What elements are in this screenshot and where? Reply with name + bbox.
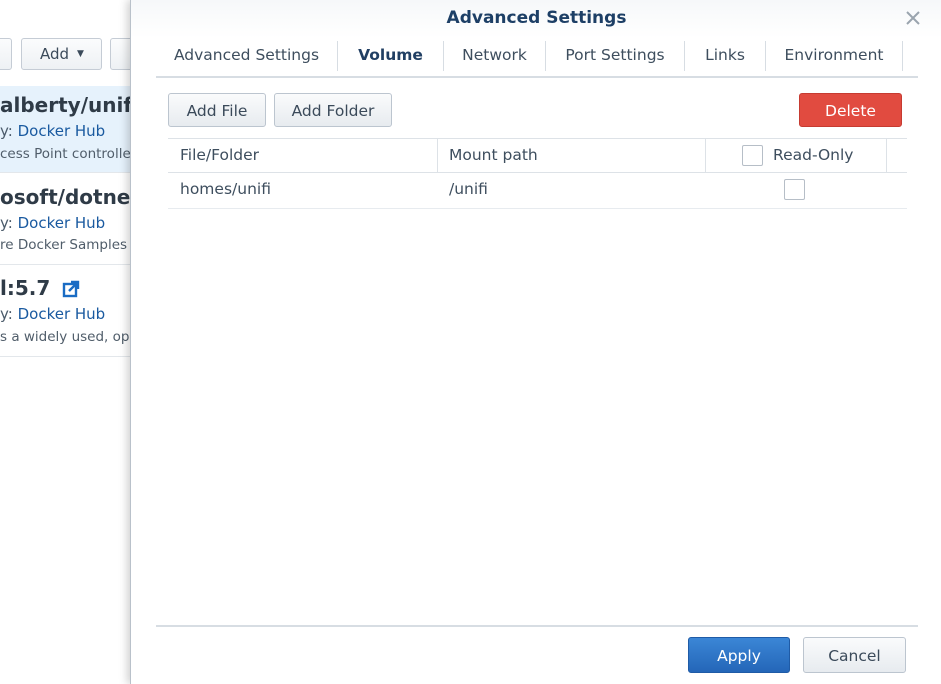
column-divider	[705, 139, 706, 172]
column-header-read-only: Read-Only	[773, 146, 854, 164]
background-add-label: Add	[40, 45, 70, 63]
column-header-file-folder[interactable]: File/Folder	[180, 139, 259, 172]
image-title: alberty/unifi	[0, 93, 139, 117]
cell-mount-path: /unifi	[449, 180, 488, 198]
image-source-link[interactable]: Docker Hub	[18, 305, 106, 323]
image-title: l:5.7	[0, 276, 51, 300]
tab-volume[interactable]: Volume	[338, 38, 443, 76]
image-list-item[interactable]: osoft/dotnet- y: Docker Hub re Docker Sa…	[0, 173, 140, 265]
dialog-header: Advanced Settings	[131, 0, 941, 38]
footer-divider	[156, 625, 918, 627]
caret-down-icon: ▼	[77, 49, 84, 59]
background-toolbar-button[interactable]	[0, 38, 12, 70]
dialog-title: Advanced Settings	[446, 8, 627, 28]
image-description: s a widely used, op	[0, 329, 130, 345]
background-add-button[interactable]: Add ▼	[21, 38, 102, 70]
image-description: cess Point controller	[0, 146, 137, 162]
apply-button[interactable]: Apply	[688, 637, 790, 673]
tab-divider	[902, 41, 903, 71]
column-divider	[886, 139, 887, 172]
read-only-checkbox[interactable]	[784, 179, 805, 200]
table-row[interactable]: homes/unifi /unifi	[168, 173, 907, 209]
image-list-item[interactable]: alberty/unifi y: Docker Hub cess Point c…	[0, 86, 140, 173]
tab-bar: Advanced Settings Volume Network Port Se…	[156, 38, 918, 78]
delete-button[interactable]: Delete	[799, 93, 902, 127]
image-source: y: Docker Hub	[0, 214, 105, 232]
table-header: File/Folder Mount path Read-Only	[168, 138, 907, 173]
column-divider	[437, 139, 438, 172]
tab-environment[interactable]: Environment	[766, 38, 902, 76]
image-description: re Docker Samples	[0, 237, 128, 253]
image-title: osoft/dotnet-	[0, 185, 140, 209]
image-source-prefix: y:	[0, 122, 18, 140]
image-source-link[interactable]: Docker Hub	[18, 122, 106, 140]
read-only-select-all-checkbox[interactable]	[742, 145, 763, 166]
tab-network[interactable]: Network	[444, 38, 545, 76]
tab-port-settings[interactable]: Port Settings	[546, 38, 684, 76]
image-source-prefix: y:	[0, 305, 18, 323]
image-source: y: Docker Hub	[0, 305, 105, 323]
external-link-icon[interactable]	[62, 280, 80, 298]
advanced-settings-dialog: Advanced Settings Advanced Settings Volu…	[130, 0, 941, 684]
cell-file-folder: homes/unifi	[180, 180, 271, 198]
add-file-button[interactable]: Add File	[168, 93, 266, 127]
cancel-button[interactable]: Cancel	[803, 637, 906, 673]
image-source: y: Docker Hub	[0, 122, 105, 140]
image-list-item[interactable]: l:5.7 y: Docker Hub s a widely used, op	[0, 265, 140, 357]
image-source-link[interactable]: Docker Hub	[18, 214, 106, 232]
add-folder-button[interactable]: Add Folder	[274, 93, 392, 127]
tab-links[interactable]: Links	[685, 38, 765, 76]
tab-advanced-settings[interactable]: Advanced Settings	[156, 38, 337, 76]
image-source-prefix: y:	[0, 214, 18, 232]
close-icon[interactable]	[905, 10, 921, 26]
column-header-mount-path[interactable]: Mount path	[449, 139, 538, 172]
